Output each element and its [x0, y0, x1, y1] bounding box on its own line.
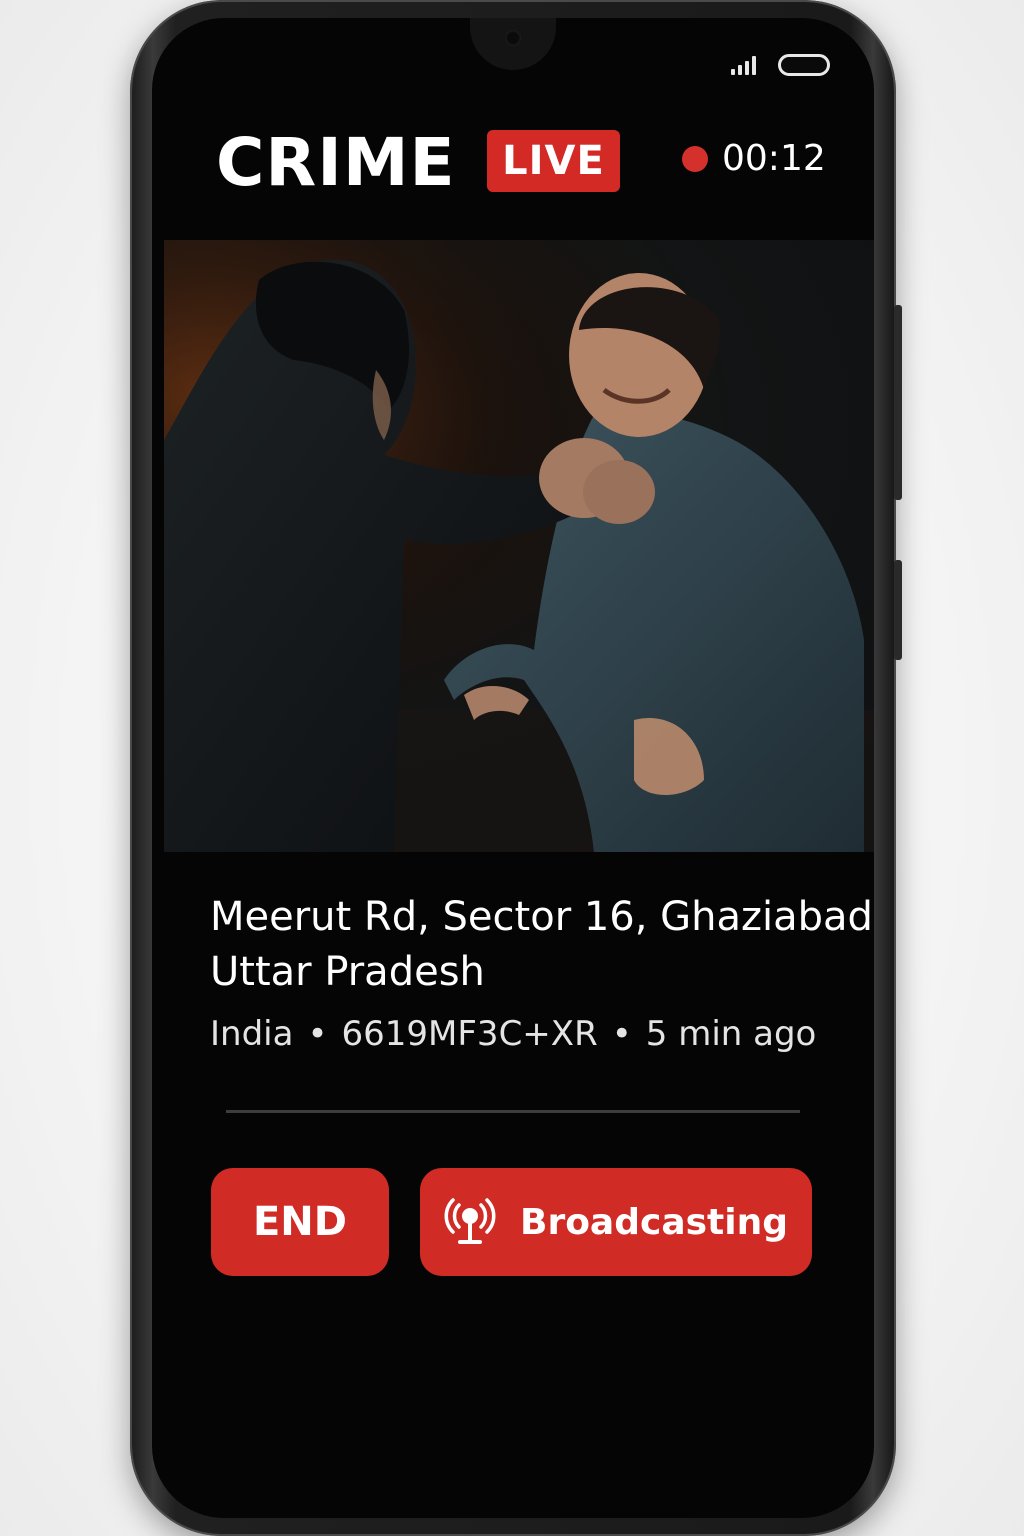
- end-button[interactable]: END: [211, 1168, 389, 1276]
- broadcast-antenna-icon: [444, 1198, 496, 1244]
- meta-separator: •: [307, 1014, 328, 1054]
- phone-frame: CRIME LIVE 00:12 Meerut Rd, Sector 16, G…: [130, 0, 902, 1536]
- plus-code: 6619MF3C+XR: [341, 1014, 598, 1054]
- live-badge: LIVE: [487, 130, 620, 192]
- broadcasting-button-label: Broadcasting: [520, 1201, 788, 1243]
- phone-screen: CRIME LIVE 00:12 Meerut Rd, Sector 16, G…: [152, 18, 874, 1518]
- camera-notch: [470, 18, 556, 70]
- incident-location: Meerut Rd, Sector 16, Ghaziabad Uttar Pr…: [210, 890, 873, 1000]
- incident-meta: India • 6619MF3C+XR • 5 min ago: [210, 1014, 816, 1054]
- stage: CRIME LIVE 00:12 Meerut Rd, Sector 16, G…: [0, 0, 1024, 1536]
- meta-separator: •: [611, 1014, 632, 1054]
- location-line-2: Uttar Pradesh: [210, 949, 485, 995]
- battery-icon: [778, 54, 830, 76]
- country-label: India: [210, 1014, 294, 1054]
- live-video-feed[interactable]: [164, 240, 874, 852]
- divider: [226, 1110, 800, 1113]
- recording-dot-icon: [682, 145, 708, 172]
- location-line-1: Meerut Rd, Sector 16, Ghaziabad: [210, 894, 873, 940]
- status-bar: [731, 54, 830, 76]
- video-frame-illustration: [164, 240, 874, 852]
- volume-button: [894, 305, 902, 500]
- recording-timer: 00:12: [682, 138, 826, 179]
- end-button-label: END: [252, 1199, 347, 1245]
- app-header: CRIME LIVE 00:12: [152, 118, 874, 238]
- timer-value: 00:12: [722, 138, 826, 179]
- app-title: CRIME: [216, 124, 456, 201]
- power-button: [894, 560, 902, 660]
- signal-icon: [731, 55, 756, 75]
- front-camera-icon: [505, 30, 521, 46]
- time-ago: 5 min ago: [645, 1014, 817, 1054]
- broadcasting-button[interactable]: Broadcasting: [420, 1168, 812, 1276]
